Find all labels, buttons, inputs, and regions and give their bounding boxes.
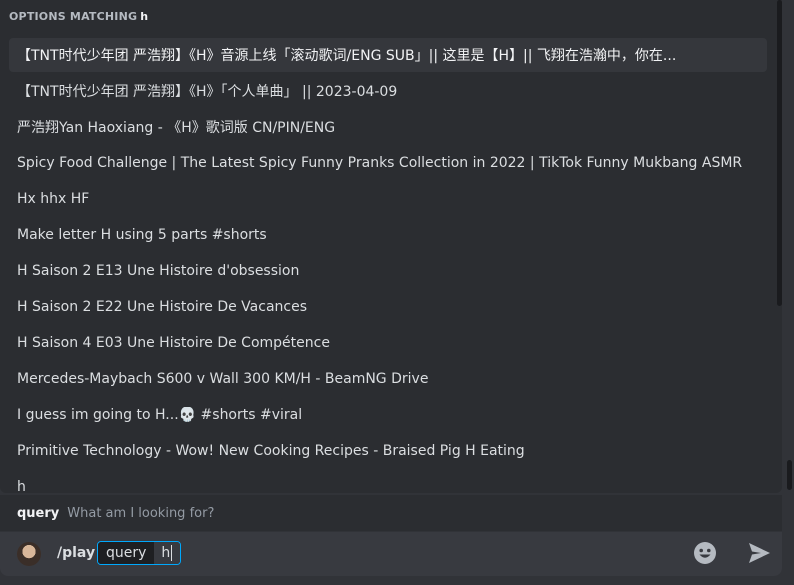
- popup-scrollbar[interactable]: [777, 0, 782, 306]
- autocomplete-popup: OPTIONS MATCHING h 【TNT时代少年团 严浩翔】《H》音源上线「…: [0, 0, 782, 493]
- text-caret: [171, 545, 173, 561]
- option-item[interactable]: 【TNT时代少年团 严浩翔】《H》音源上线「滚动歌词/ENG SUB」|| 这里…: [9, 38, 767, 72]
- option-item[interactable]: I guess im going to H...💀 #shorts #viral: [9, 398, 767, 432]
- popup-header-query: h: [140, 10, 149, 23]
- option-label: H Saison 2 E13 Une Histoire d'obsession: [17, 263, 300, 279]
- option-label: I guess im going to H...💀 #shorts #viral: [17, 407, 303, 423]
- message-composer: /play query h: [0, 532, 782, 576]
- send-icon: [749, 543, 770, 563]
- slash-command-name: /play: [57, 545, 96, 561]
- command-option-name: query: [98, 542, 155, 564]
- emoji-button[interactable]: [693, 541, 717, 565]
- option-item[interactable]: 严浩翔Yan Haoxiang - 《H》歌词版 CN/PIN/ENG: [9, 110, 767, 144]
- option-item[interactable]: H Saison 2 E22 Une Histoire De Vacances: [9, 290, 767, 324]
- option-label: 【TNT时代少年团 严浩翔】《H》「个人单曲」 || 2023-04-09: [17, 84, 398, 100]
- command-option-value: h: [161, 545, 171, 561]
- option-item[interactable]: H Saison 4 E03 Une Histoire De Compétenc…: [9, 326, 767, 360]
- option-label: Mercedes-Maybach S600 v Wall 300 KM/H - …: [17, 371, 429, 387]
- option-list: 【TNT时代少年团 严浩翔】《H》音源上线「滚动歌词/ENG SUB」|| 这里…: [9, 38, 767, 493]
- option-item[interactable]: h: [9, 470, 767, 493]
- popup-header: OPTIONS MATCHING h: [9, 10, 148, 23]
- option-label: H Saison 2 E22 Une Histoire De Vacances: [17, 299, 308, 315]
- option-item[interactable]: Mercedes-Maybach S600 v Wall 300 KM/H - …: [9, 362, 767, 396]
- chat-scrollbar[interactable]: [787, 460, 792, 490]
- parameter-name: query: [17, 505, 60, 521]
- popup-header-label: OPTIONS MATCHING: [9, 10, 138, 23]
- option-label: H Saison 4 E03 Une Histoire De Compétenc…: [17, 335, 330, 351]
- option-item[interactable]: H Saison 2 E13 Une Histoire d'obsession: [9, 254, 767, 288]
- option-item[interactable]: Hx hhx HF: [9, 182, 767, 216]
- option-label: Spicy Food Challenge | The Latest Spicy …: [17, 155, 743, 171]
- emoji-icon: [694, 542, 716, 564]
- parameter-hint: query What am I looking for?: [0, 495, 782, 531]
- parameter-description: What am I looking for?: [67, 505, 215, 521]
- option-item[interactable]: Primitive Technology - Wow! New Cooking …: [9, 434, 767, 468]
- command-option-input[interactable]: h: [154, 542, 181, 564]
- option-item[interactable]: Make letter H using 5 parts #shorts: [9, 218, 767, 252]
- option-label: h: [17, 479, 26, 493]
- option-item[interactable]: 【TNT时代少年团 严浩翔】《H》「个人单曲」 || 2023-04-09: [9, 74, 767, 108]
- app-root: OPTIONS MATCHING h 【TNT时代少年团 严浩翔】《H》音源上线「…: [0, 0, 794, 585]
- option-label: Hx hhx HF: [17, 191, 90, 207]
- option-item[interactable]: Spicy Food Challenge | The Latest Spicy …: [9, 146, 767, 180]
- avatar: [17, 542, 41, 566]
- command-option-pill[interactable]: query h: [97, 541, 182, 565]
- send-button[interactable]: [747, 542, 771, 564]
- option-label: 严浩翔Yan Haoxiang - 《H》歌词版 CN/PIN/ENG: [17, 120, 336, 136]
- option-label: Primitive Technology - Wow! New Cooking …: [17, 443, 525, 459]
- option-label: Make letter H using 5 parts #shorts: [17, 227, 267, 243]
- option-label: 【TNT时代少年团 严浩翔】《H》音源上线「滚动歌词/ENG SUB」|| 这里…: [17, 48, 677, 64]
